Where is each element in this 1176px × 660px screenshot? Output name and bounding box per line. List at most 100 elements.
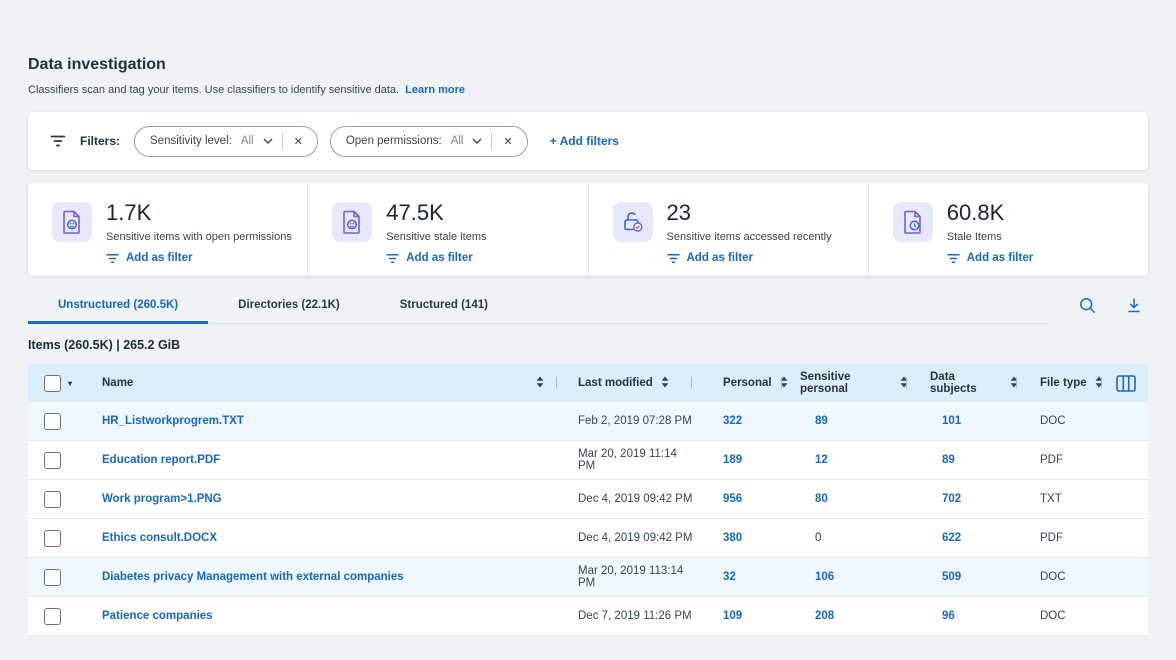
page-subtitle-text: Classifiers scan and tag your items. Use… [28, 84, 399, 96]
learn-more-link[interactable]: Learn more [405, 84, 465, 96]
column-header-name[interactable]: Name| [80, 364, 558, 402]
stat-value: 60.8K [947, 202, 1033, 224]
data-subjects-cell: 622 [908, 532, 1018, 544]
add-as-filter-button[interactable]: Add as filter [106, 252, 292, 264]
close-icon[interactable]: ✕ [292, 135, 305, 148]
page-subtitle: Classifiers scan and tag your items. Use… [28, 84, 1148, 96]
column-label: Last modified [578, 377, 653, 389]
chevron-down-icon[interactable] [263, 138, 273, 144]
last-modified-cell: Mar 20, 2019 11:14 PM [558, 448, 693, 472]
data-subjects-cell: 89 [908, 454, 1018, 466]
item-name-link[interactable]: Work program>1.PNG [102, 493, 222, 505]
name-cell: Diabetes privacy Management with externa… [80, 571, 558, 583]
tab-structured[interactable]: Structured (141) [370, 293, 518, 324]
add-as-filter-button[interactable]: Add as filter [667, 252, 832, 264]
column-label: Sensitive personal [800, 371, 892, 395]
filter-chip-0[interactable]: Sensitivity level: All ✕ [134, 126, 318, 157]
sensitive-personal-count[interactable]: 12 [815, 454, 828, 466]
chevron-down-icon[interactable] [472, 138, 482, 144]
search-icon[interactable] [1079, 297, 1096, 314]
personal-count[interactable]: 322 [723, 415, 742, 427]
last-modified-cell: Feb 2, 2019 07:28 PM [558, 415, 693, 427]
tabs-actions [1079, 297, 1142, 314]
close-icon[interactable]: ✕ [501, 135, 514, 148]
name-cell: Ethics consult.DOCX [80, 532, 558, 544]
item-name-link[interactable]: Ethics consult.DOCX [102, 532, 217, 544]
columns-settings-icon[interactable] [1116, 375, 1136, 392]
sort-icon[interactable] [661, 376, 669, 391]
row-checkbox[interactable] [44, 491, 61, 508]
filter-chip-label: Sensitivity level: [150, 135, 232, 147]
table-row: Patience companiesDec 7, 2019 11:26 PM10… [28, 597, 1148, 636]
personal-count[interactable]: 380 [723, 532, 742, 544]
data-subjects-cell: 509 [908, 571, 1018, 583]
stat-card-body: 1.7KSensitive items with open permission… [106, 202, 292, 276]
row-checkbox[interactable] [44, 530, 61, 547]
stat-description: Sensitive stale items [386, 231, 486, 243]
tab-unstructured[interactable]: Unstructured (260.5K) [28, 293, 208, 324]
data-subjects-count[interactable]: 96 [942, 610, 955, 622]
row-checkbox[interactable] [44, 608, 61, 625]
table-row: Diabetes privacy Management with externa… [28, 558, 1148, 597]
sensitive-personal-count[interactable]: 80 [815, 493, 828, 505]
column-header-data-subjects[interactable]: Data subjects| [908, 364, 1018, 402]
filter-chip-label: Open permissions: [346, 135, 442, 147]
column-label: Data subjects [930, 371, 1002, 395]
file-type-cell: DOC [1018, 415, 1103, 427]
personal-count[interactable]: 32 [723, 571, 736, 583]
add-filters-button[interactable]: + Add filters [550, 134, 619, 148]
personal-cell: 109 [693, 610, 783, 622]
data-subjects-cell: 96 [908, 610, 1018, 622]
tab-directories[interactable]: Directories (22.1K) [208, 293, 370, 324]
file-type-cell: DOC [1018, 610, 1103, 622]
name-cell: Education report.PDF [80, 454, 558, 466]
data-subjects-count[interactable]: 89 [942, 454, 955, 466]
chip-divider [282, 133, 283, 150]
sensitive-personal-cell: 89 [783, 415, 908, 427]
item-name-link[interactable]: HR_Listworkprogrem.TXT [102, 415, 244, 427]
select-all-checkbox[interactable] [44, 375, 61, 392]
select-menu-caret-icon[interactable]: ▾ [68, 379, 72, 388]
sensitive-personal-count[interactable]: 106 [815, 571, 834, 583]
sensitive-personal-count[interactable]: 89 [815, 415, 828, 427]
stat-card-body: 47.5KSensitive stale itemsAdd as filter [386, 202, 486, 276]
stat-card-3: 60.8KStale ItemsAdd as filter [868, 183, 1148, 276]
table-row: HR_Listworkprogrem.TXT Feb 2, 2019 07:28 … [28, 402, 1148, 441]
personal-count[interactable]: 109 [723, 610, 742, 622]
sensitive-personal-cell: 12 [783, 454, 908, 466]
row-checkbox[interactable] [44, 569, 61, 586]
table-row: Education report.PDF Mar 20, 2019 11:14 P… [28, 441, 1148, 480]
data-subjects-cell: 101 [908, 415, 1018, 427]
column-header-last-modified[interactable]: Last modified| [558, 364, 693, 402]
personal-count[interactable]: 189 [723, 454, 742, 466]
data-subjects-count[interactable]: 622 [942, 532, 961, 544]
filters-bar: Filters: Sensitivity level:All✕Open perm… [28, 112, 1148, 170]
sensitive-personal-count[interactable]: 208 [815, 610, 834, 622]
column-header-sensitive-personal[interactable]: Sensitive personal| [783, 364, 908, 402]
sensitive-personal-cell: 208 [783, 610, 908, 622]
item-name-link[interactable]: Diabetes privacy Management with externa… [102, 571, 404, 583]
row-checkbox[interactable] [44, 452, 61, 469]
add-as-filter-button[interactable]: Add as filter [947, 252, 1033, 264]
data-subjects-count[interactable]: 509 [942, 571, 961, 583]
item-name-link[interactable]: Patience companies [102, 610, 213, 622]
column-header-file-type[interactable]: File type| [1018, 364, 1103, 402]
sensitive-personal-cell: 0 [783, 532, 908, 544]
name-cell: Work program>1.PNG [80, 493, 558, 505]
personal-count[interactable]: 956 [723, 493, 742, 505]
item-name-link[interactable]: Education report.PDF [102, 454, 220, 466]
stat-value: 1.7K [106, 202, 292, 224]
table-header-row: ▾Name|Last modified|Personal|Sensitive p… [28, 364, 1148, 402]
column-header-personal[interactable]: Personal| [693, 364, 783, 402]
sort-icon[interactable] [536, 376, 544, 391]
download-icon[interactable] [1126, 297, 1142, 314]
stat-card-1: 47.5KSensitive stale itemsAdd as filter [307, 183, 587, 276]
table-row: Ethics consult.DOCXDec 4, 2019 09:42 PM3… [28, 519, 1148, 558]
row-checkbox[interactable] [44, 413, 61, 430]
data-subjects-cell: 702 [908, 493, 1018, 505]
filter-chip-1[interactable]: Open permissions:All✕ [330, 126, 528, 157]
filter-chip-value: All [241, 135, 254, 147]
data-subjects-count[interactable]: 702 [942, 493, 961, 505]
add-as-filter-button[interactable]: Add as filter [386, 252, 486, 264]
data-subjects-count[interactable]: 101 [942, 415, 961, 427]
